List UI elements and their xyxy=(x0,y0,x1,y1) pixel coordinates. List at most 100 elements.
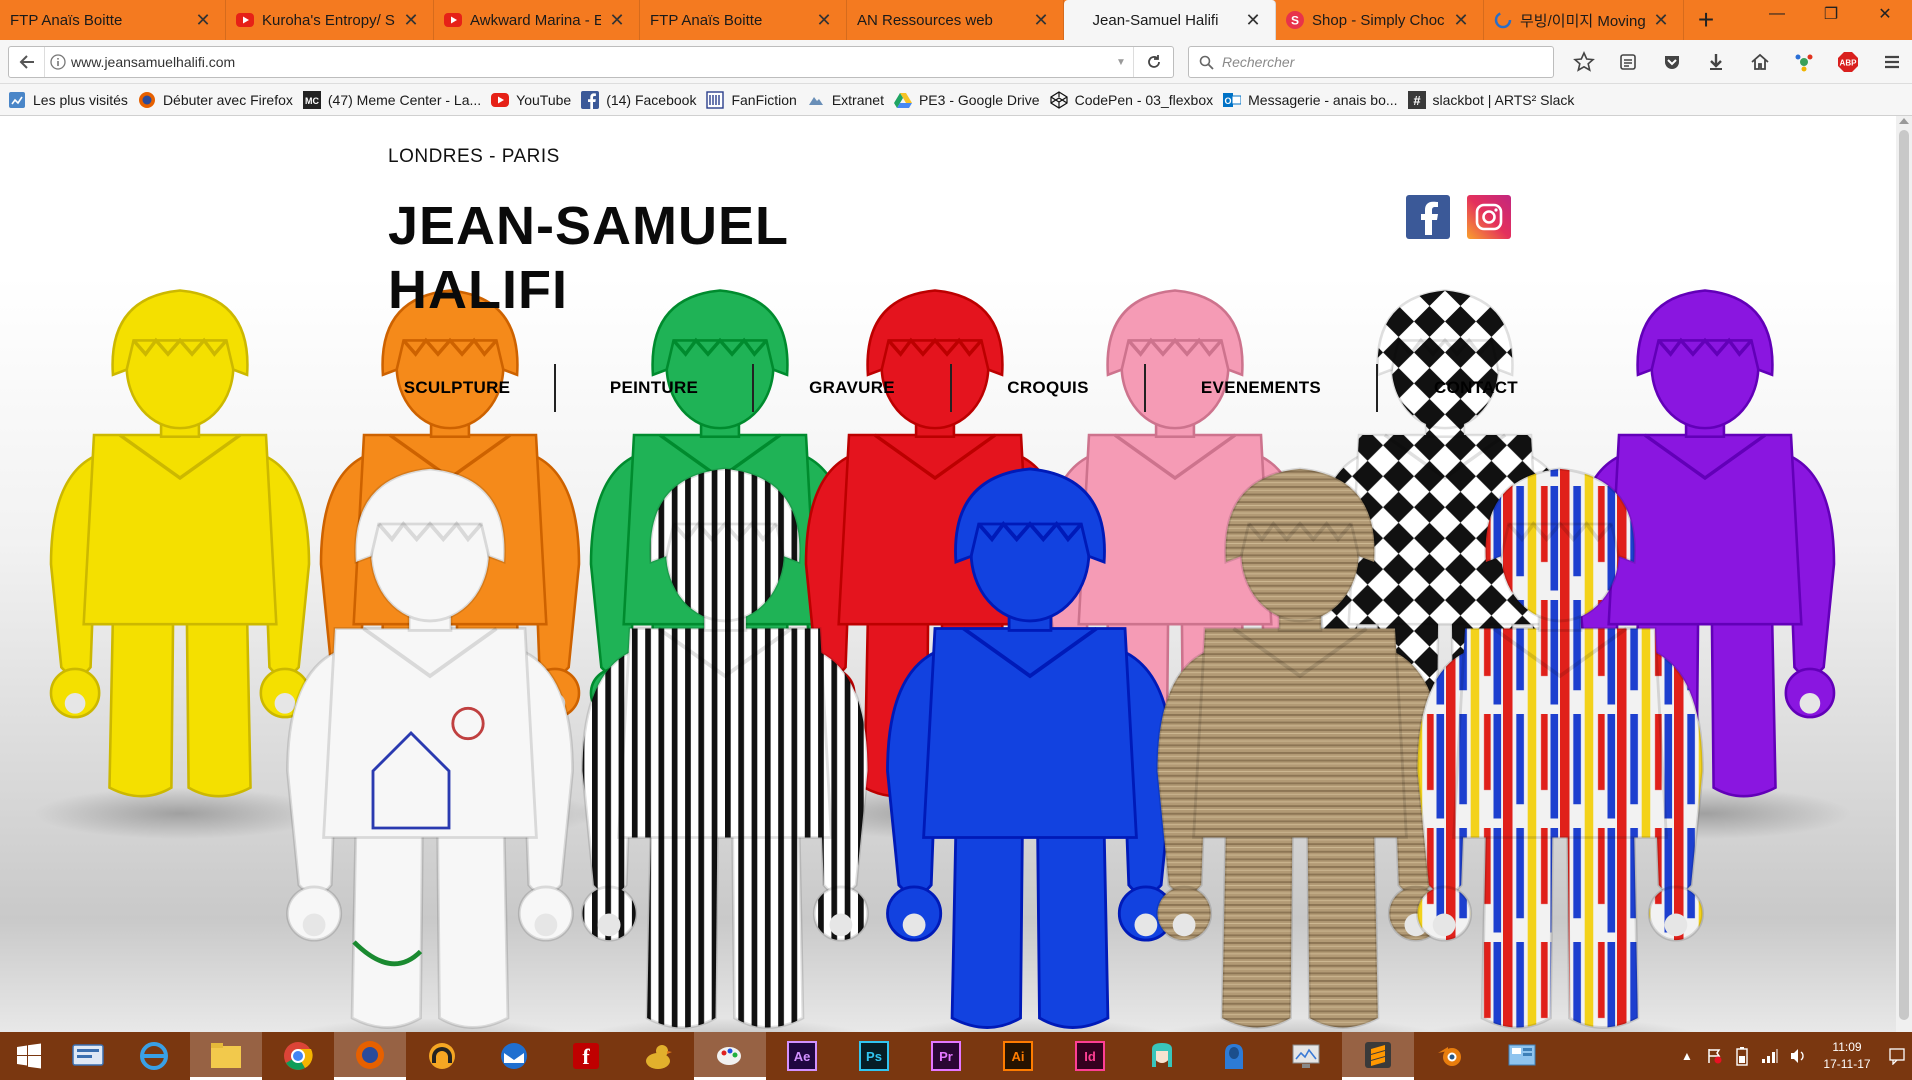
taskbar-app-firefox[interactable] xyxy=(334,1032,406,1080)
nav-item-gravure[interactable]: GRAVURE xyxy=(754,363,950,413)
home-icon[interactable] xyxy=(1738,46,1782,78)
bookmark-label: Débuter avec Firefox xyxy=(162,91,293,108)
adblock-plus-icon[interactable]: ABP xyxy=(1826,46,1870,78)
tab-title: Awkward Marina - E xyxy=(470,11,601,29)
taskbar-app-chrome[interactable] xyxy=(262,1032,334,1080)
taskbar-app-sublime[interactable] xyxy=(1342,1032,1414,1080)
facebook-link[interactable] xyxy=(1406,195,1450,239)
taskbar-app-explorer[interactable] xyxy=(190,1032,262,1080)
scroll-up-arrow-icon[interactable] xyxy=(1899,118,1909,124)
windows-logo-icon xyxy=(17,1043,41,1069)
site-title[interactable]: JEAN-SAMUEL HALIFI xyxy=(388,194,848,322)
nav-item-evenements[interactable]: EVENEMENTS xyxy=(1146,363,1376,413)
restore-button[interactable]: ❐ xyxy=(1804,0,1858,28)
taskbar-app-winamp[interactable] xyxy=(406,1032,478,1080)
close-tab-icon[interactable]: ✕ xyxy=(1245,11,1261,29)
nav-item-sculpture[interactable]: SCULPTURE xyxy=(360,363,554,413)
close-tab-icon[interactable]: ✕ xyxy=(816,11,832,29)
bookmark-star-icon[interactable] xyxy=(1562,46,1606,78)
close-tab-icon[interactable]: ✕ xyxy=(1453,11,1469,29)
browser-tab[interactable]: S Shop - Simply Choc ✕ xyxy=(1276,0,1484,40)
new-tab-button[interactable]: + xyxy=(1684,0,1728,40)
close-tab-icon[interactable]: ✕ xyxy=(195,11,211,29)
pocket-icon[interactable] xyxy=(1650,46,1694,78)
taskbar-app-id[interactable]: Id xyxy=(1054,1032,1126,1080)
nav-item-peinture[interactable]: PEINTURE xyxy=(556,363,752,413)
nav-item-contact[interactable]: CONTACT xyxy=(1378,363,1574,413)
bookmark-item[interactable]: Débuter avec Firefox xyxy=(138,91,293,109)
taskbar-app-monitor[interactable] xyxy=(1270,1032,1342,1080)
clock-time: 11:09 xyxy=(1832,1040,1862,1054)
browser-tab[interactable]: Jean-Samuel Halifi ✕ xyxy=(1064,0,1276,40)
instagram-link[interactable] xyxy=(1467,195,1511,239)
browser-tab[interactable]: FTP Anaïs Boitte ✕ xyxy=(640,0,847,40)
taskbar-app-ie[interactable] xyxy=(118,1032,190,1080)
action-center-flag-icon[interactable] xyxy=(1700,1048,1728,1064)
bookmark-item[interactable]: O Messagerie - anais bo... xyxy=(1223,91,1398,109)
browser-tab[interactable]: FTP Anaïs Boitte ✕ xyxy=(0,0,226,40)
taskbar-app-pr[interactable]: Pr xyxy=(910,1032,982,1080)
volume-icon[interactable] xyxy=(1784,1048,1812,1064)
tab-title: 무빙/이미지 Moving xyxy=(1520,12,1645,30)
reload-button[interactable] xyxy=(1133,47,1173,77)
tab-title: Jean-Samuel Halifi xyxy=(1092,11,1219,29)
site-info-icon[interactable] xyxy=(45,47,71,77)
menu-icon[interactable] xyxy=(1870,46,1912,78)
tab-title: Kuroha's Entropy/ Si xyxy=(262,11,395,29)
toolbar-icons: ABP xyxy=(1562,46,1912,78)
page-content: LONDRES - PARIS JEAN-SAMUEL HALIFI SCULP… xyxy=(0,116,1896,1032)
task-view-button[interactable] xyxy=(58,1032,118,1080)
nav-item-croquis[interactable]: CROQUIS xyxy=(952,363,1144,413)
bookmark-item[interactable]: (14) Facebook xyxy=(581,90,696,109)
taskbar-app-control[interactable] xyxy=(1486,1032,1558,1080)
search-bar[interactable]: Rechercher xyxy=(1188,46,1554,78)
close-tab-icon[interactable]: ✕ xyxy=(1653,11,1669,29)
download-icon[interactable] xyxy=(1694,46,1738,78)
start-button[interactable] xyxy=(0,1032,58,1080)
tab-title: FTP Anaïs Boitte xyxy=(650,11,763,29)
clock[interactable]: 11:09 17-11-17 xyxy=(1812,1039,1882,1073)
network-icon[interactable] xyxy=(1756,1048,1784,1064)
close-tab-icon[interactable]: ✕ xyxy=(609,11,625,29)
taskbar-app-ae[interactable]: Ae xyxy=(766,1032,838,1080)
taskbar-app-miku[interactable] xyxy=(1126,1032,1198,1080)
bookmark-item[interactable]: FanFiction xyxy=(706,90,797,109)
extension-icon[interactable] xyxy=(1782,46,1826,78)
scrollbar-thumb[interactable] xyxy=(1899,130,1909,1020)
firefox-loading-icon xyxy=(1494,11,1512,29)
bookmark-item[interactable]: # slackbot | ARTS² Slack xyxy=(1407,90,1574,109)
back-button[interactable] xyxy=(9,47,45,77)
taskbar-app-ai[interactable]: Ai xyxy=(982,1032,1054,1080)
browser-tab[interactable]: 무빙/이미지 Moving ✕ xyxy=(1484,0,1684,40)
tray-overflow-icon[interactable]: ▲ xyxy=(1674,1049,1700,1063)
url-text[interactable]: www.jeansamuelhalifi.com xyxy=(71,54,1109,70)
taskbar-app-blender[interactable] xyxy=(1414,1032,1486,1080)
close-tab-icon[interactable]: ✕ xyxy=(1033,11,1049,29)
bookmark-item[interactable]: MC (47) Meme Center - La... xyxy=(302,90,481,109)
browser-tab[interactable]: Kuroha's Entropy/ Si ✕ xyxy=(226,0,434,40)
close-tab-icon[interactable]: ✕ xyxy=(403,11,419,29)
bookmark-item[interactable]: PE3 - Google Drive xyxy=(893,91,1040,109)
bookmark-item[interactable]: CodePen - 03_flexbox xyxy=(1049,90,1213,109)
close-window-button[interactable]: ✕ xyxy=(1858,0,1912,28)
bookmark-item[interactable]: Les plus visités xyxy=(8,91,128,109)
bookmark-item[interactable]: Extranet xyxy=(807,91,884,109)
reading-list-icon[interactable] xyxy=(1606,46,1650,78)
taskbar-app-filezilla[interactable]: f xyxy=(550,1032,622,1080)
taskbar-app-paint[interactable] xyxy=(694,1032,766,1080)
svg-text:O: O xyxy=(1225,96,1232,106)
url-bar[interactable]: www.jeansamuelhalifi.com ▼ xyxy=(8,46,1174,78)
taskbar-app-duck[interactable] xyxy=(622,1032,694,1080)
notifications-icon[interactable] xyxy=(1882,1047,1912,1065)
minimize-button[interactable]: — xyxy=(1750,0,1804,28)
bookmark-item[interactable]: YouTube xyxy=(491,91,571,109)
taskbar-app-ps[interactable]: Ps xyxy=(838,1032,910,1080)
browser-tab[interactable]: Awkward Marina - E ✕ xyxy=(434,0,640,40)
facebook-icon xyxy=(581,90,600,109)
url-dropdown-icon[interactable]: ▼ xyxy=(1109,57,1133,68)
taskbar-app-hoodie[interactable] xyxy=(1198,1032,1270,1080)
taskbar-app-thunderbird[interactable] xyxy=(478,1032,550,1080)
page-scrollbar[interactable] xyxy=(1896,116,1912,1032)
browser-tab[interactable]: AN Ressources web ✕ xyxy=(847,0,1064,40)
battery-icon[interactable] xyxy=(1728,1046,1756,1066)
